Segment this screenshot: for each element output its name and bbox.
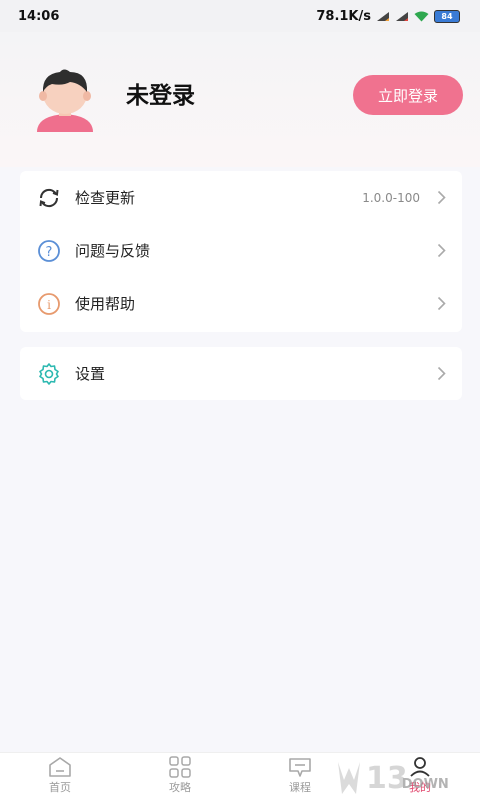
tab-home[interactable]: 首页	[30, 756, 90, 800]
chevron-right-icon	[437, 296, 446, 311]
settings-card: 设置	[20, 347, 462, 400]
watermark-suffix: DOWN	[401, 776, 449, 792]
refresh-icon	[37, 186, 61, 210]
info-icon: i	[37, 292, 61, 316]
status-bar: 14:06 78.1K/s 84	[0, 0, 480, 32]
grid-icon	[169, 756, 191, 778]
question-icon: ?	[37, 239, 61, 263]
status-time: 14:06	[18, 8, 60, 24]
menu-item-feedback[interactable]: ? 问题与反馈	[20, 224, 462, 277]
menu-card: 检查更新 1.0.0-100 ? 问题与反馈 i 使用帮助	[20, 171, 462, 332]
menu-item-settings[interactable]: 设置	[20, 347, 462, 400]
svg-text:i: i	[47, 298, 51, 312]
username: 未登录	[126, 83, 195, 109]
menu-item-label: 问题与反馈	[75, 242, 151, 260]
watermark: 13 DOWN	[336, 756, 480, 800]
menu-item-check-update[interactable]: 检查更新 1.0.0-100	[20, 171, 462, 224]
avatar[interactable]	[30, 66, 100, 132]
version-value: 1.0.0-100	[362, 190, 420, 205]
tab-label: 首页	[49, 781, 71, 794]
tab-guide[interactable]: 攻略	[150, 756, 210, 800]
cell-signal-icon	[396, 11, 408, 21]
watermark-logo-icon	[338, 762, 360, 794]
chevron-right-icon	[437, 243, 446, 258]
gear-icon	[37, 362, 61, 386]
tab-label: 攻略	[169, 781, 191, 794]
menu-item-label: 检查更新	[75, 189, 136, 207]
status-icons: 78.1K/s 84	[316, 9, 460, 24]
battery-indicator: 84	[434, 9, 460, 23]
course-icon	[289, 758, 311, 777]
network-speed: 78.1K/s	[316, 8, 371, 24]
cell-signal-icon	[377, 11, 389, 21]
home-icon	[49, 757, 71, 777]
tab-label: 课程	[289, 781, 311, 794]
svg-text:?: ?	[46, 245, 53, 260]
chevron-right-icon	[437, 190, 446, 205]
login-button[interactable]: 立即登录	[353, 75, 463, 115]
wifi-icon	[414, 11, 429, 21]
menu-item-label: 设置	[75, 365, 106, 383]
tab-course[interactable]: 课程	[270, 756, 330, 800]
menu-item-label: 使用帮助	[75, 295, 136, 313]
menu-item-help[interactable]: i 使用帮助	[20, 277, 462, 330]
chevron-right-icon	[437, 366, 446, 381]
